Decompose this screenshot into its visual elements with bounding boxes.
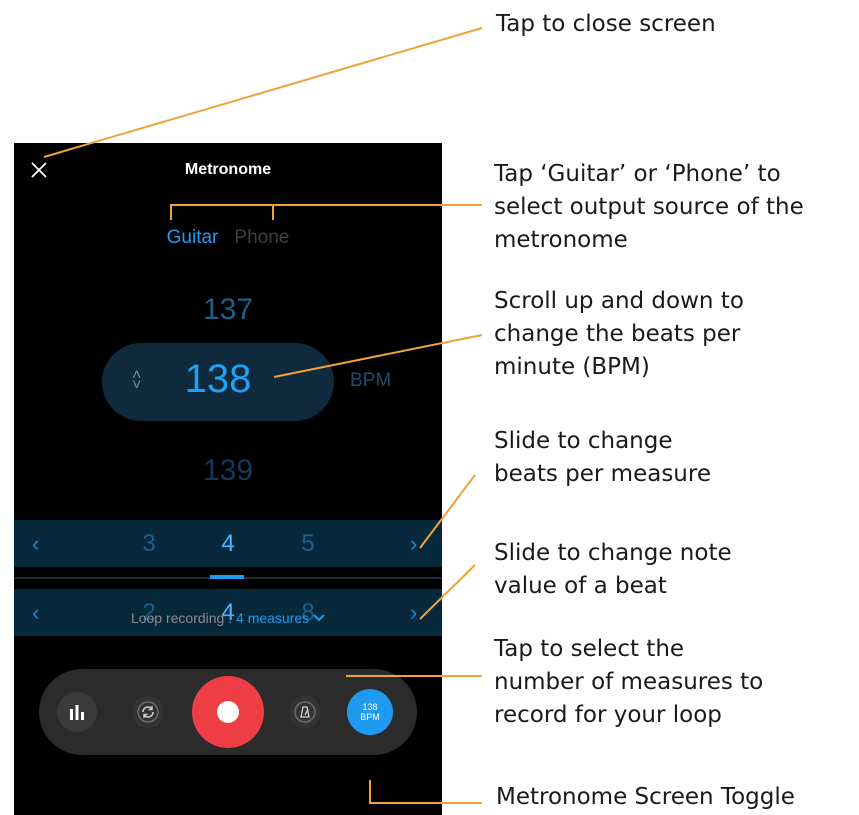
metronome-button[interactable] bbox=[289, 696, 321, 728]
beats-option[interactable]: 3 bbox=[129, 530, 169, 558]
control-bar: 138 BPM bbox=[39, 669, 417, 755]
output-source-selector: Guitar Phone bbox=[14, 227, 442, 249]
annotation-line: select output source of the bbox=[494, 194, 804, 220]
annotation-line: Tap to close screen bbox=[496, 11, 716, 37]
annotation-line: Metronome Screen Toggle bbox=[496, 784, 795, 810]
chevron-down-icon bbox=[313, 614, 325, 622]
metronome-screen: Metronome Guitar Phone 137 ˄ ˅ 138 BPM 13… bbox=[14, 143, 442, 815]
annotation-line: Tap ‘Guitar’ or ‘Phone’ to bbox=[494, 161, 781, 187]
bpm-next-value[interactable]: 139 bbox=[14, 454, 442, 488]
annotation-close: Tap to close screen bbox=[496, 8, 716, 41]
annotation-line: Tap to select the bbox=[494, 636, 685, 662]
record-icon bbox=[217, 701, 239, 723]
output-phone-tab[interactable]: Phone bbox=[234, 227, 289, 249]
loop-icon bbox=[137, 701, 159, 723]
annotation-line: minute (BPM) bbox=[494, 354, 650, 380]
loop-button[interactable] bbox=[132, 696, 164, 728]
toggle-bpm-value: 138 bbox=[362, 702, 378, 712]
toggle-bpm-unit: BPM bbox=[360, 712, 380, 722]
annotation-measures: Tap to select the number of measures to … bbox=[494, 633, 763, 732]
chevron-left-icon[interactable]: ‹ bbox=[32, 531, 39, 557]
loop-recording: Loop recording : 4 measures bbox=[14, 610, 442, 626]
bpm-unit-label: BPM bbox=[350, 370, 392, 391]
loop-recording-label: Loop recording : bbox=[130, 610, 237, 626]
beats-option-selected[interactable]: 4 bbox=[208, 530, 248, 558]
annotation-line: change the beats per bbox=[494, 321, 741, 347]
levels-button[interactable] bbox=[57, 692, 97, 732]
levels-icon bbox=[70, 705, 84, 720]
annotation-note-value: Slide to change note value of a beat bbox=[494, 537, 732, 603]
loop-measures-dropdown[interactable]: 4 measures bbox=[236, 610, 325, 626]
callout-line-close bbox=[43, 27, 483, 158]
beats-per-measure-slider[interactable]: ‹ 3 4 5 › bbox=[14, 520, 442, 567]
annotation-line: Slide to change note bbox=[494, 540, 732, 566]
output-guitar-tab[interactable]: Guitar bbox=[167, 227, 219, 249]
bpm-picker[interactable]: ˄ ˅ 138 bbox=[102, 343, 334, 421]
annotation-output-source: Tap ‘Guitar’ or ‘Phone’ to select output… bbox=[494, 158, 804, 257]
record-button[interactable] bbox=[192, 676, 264, 748]
annotation-toggle: Metronome Screen Toggle bbox=[496, 781, 795, 814]
bpm-previous-value[interactable]: 137 bbox=[14, 293, 442, 327]
selection-indicator bbox=[210, 575, 244, 579]
annotation-line: Slide to change bbox=[494, 428, 673, 454]
annotation-line: Scroll up and down to bbox=[494, 288, 744, 314]
screen-title: Metronome bbox=[184, 161, 272, 178]
annotation-bpm: Scroll up and down to change the beats p… bbox=[494, 285, 744, 384]
annotation-line: beats per measure bbox=[494, 461, 711, 487]
annotation-line: metronome bbox=[494, 227, 628, 253]
annotation-line: value of a beat bbox=[494, 573, 667, 599]
metronome-screen-toggle[interactable]: 138 BPM bbox=[347, 689, 393, 735]
beats-option[interactable]: 5 bbox=[288, 530, 328, 558]
chevron-right-icon[interactable]: › bbox=[410, 531, 417, 557]
annotation-beats: Slide to change beats per measure bbox=[494, 425, 711, 491]
bpm-current-value: 138 bbox=[184, 357, 252, 401]
annotation-line: number of measures to bbox=[494, 669, 764, 695]
annotation-line: record for your loop bbox=[494, 702, 722, 728]
metronome-icon bbox=[294, 701, 316, 723]
loop-measures-value: 4 measures bbox=[236, 610, 310, 626]
